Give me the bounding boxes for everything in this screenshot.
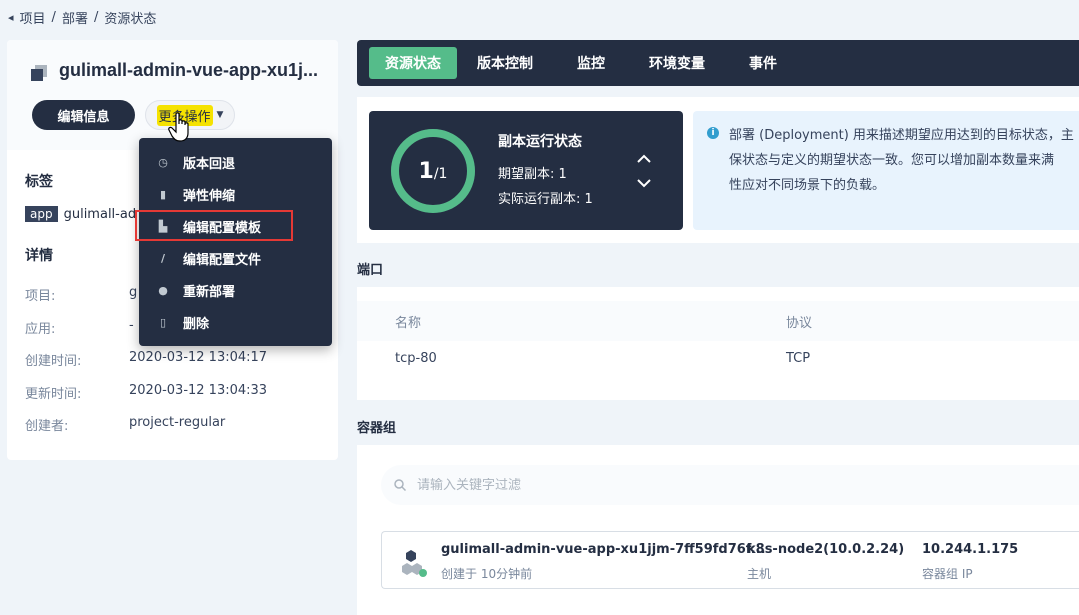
pods-panel: gulimall-admin-vue-app-xu1jjm-7ff59fd76f…	[357, 445, 1079, 615]
ports-table-header	[357, 301, 1079, 341]
pod-node[interactable]: k8s-node2(10.0.2.24)	[747, 542, 904, 557]
pod-node-label: 主机	[747, 567, 772, 581]
pod-name[interactable]: gulimall-admin-vue-app-xu1jjm-7ff59fd76f…	[441, 542, 766, 557]
highlight-box	[135, 210, 293, 241]
hand-cursor-icon	[168, 112, 189, 142]
labels-title: 标签	[25, 174, 53, 190]
detail-value-updated: 2020-03-12 13:04:33	[129, 383, 268, 398]
menu-item-autoscale[interactable]: ▮ 弹性伸缩	[139, 178, 332, 210]
ports-table: 名称 协议 tcp-80 TCP	[357, 287, 1079, 400]
trash-icon: ▯	[159, 315, 167, 329]
caret-down-icon: ▼	[216, 110, 224, 120]
detail-label-creator: 创建者:	[25, 419, 69, 434]
replica-count: 1 /1	[389, 127, 477, 215]
scale-up-icon[interactable]	[631, 149, 657, 169]
detail-label-app: 应用:	[25, 322, 56, 337]
app-title: gulimall-admin-vue-app-xu1j...	[59, 60, 319, 80]
detail-value-app: -	[129, 318, 134, 333]
info-line: 性应对不同场景下的负载。	[729, 178, 886, 193]
tab-env-vars[interactable]: 环境变量	[633, 47, 721, 79]
pod-created: 创建于 10分钟前	[441, 567, 533, 581]
pod-search-input[interactable]	[417, 477, 1017, 493]
back-arrow-icon[interactable]: ◂	[8, 11, 14, 24]
menu-item-label: 版本回退	[183, 156, 236, 172]
replica-current: 1	[418, 158, 434, 184]
pods-section-title: 容器组	[357, 421, 397, 436]
info-line: 部署 (Deployment) 用来描述期望应用达到的目标状态，主	[729, 128, 1074, 143]
label-value: gulimall-ad	[63, 206, 137, 222]
tab-resource-status[interactable]: 资源状态	[369, 47, 457, 79]
scale-down-icon[interactable]	[631, 173, 657, 193]
pod-ip: 10.244.1.175	[922, 542, 1019, 557]
pod-search-bar[interactable]	[381, 465, 1079, 505]
detail-label-updated: 更新时间:	[25, 387, 82, 402]
scale-icon: ▮	[159, 187, 167, 201]
tab-version-control[interactable]: 版本控制	[461, 47, 549, 79]
details-title: 详情	[25, 248, 53, 264]
menu-item-edit-yaml[interactable]: / 编辑配置文件	[139, 242, 332, 274]
detail-value-project[interactable]: g	[129, 285, 137, 300]
pod-list-item[interactable]: gulimall-admin-vue-app-xu1jjm-7ff59fd76f…	[381, 531, 1079, 589]
breadcrumb-item-deployment[interactable]: 部署	[62, 8, 88, 27]
breadcrumb-item-project[interactable]: 项目	[20, 8, 46, 27]
search-icon	[394, 479, 407, 492]
breadcrumb-separator: /	[93, 10, 99, 25]
edit-info-button[interactable]: 编辑信息	[32, 100, 135, 130]
ports-col-protocol: 协议	[786, 316, 813, 331]
clock-icon: ◷	[158, 155, 168, 169]
ports-section-title: 端口	[357, 263, 384, 278]
detail-label-project: 项目:	[25, 289, 56, 304]
menu-item-rollback[interactable]: ◷ 版本回退	[139, 146, 332, 178]
breadcrumb-item-current: 资源状态	[104, 12, 157, 27]
info-icon: i	[707, 127, 719, 139]
detail-value-created: 2020-03-12 13:04:17	[129, 350, 268, 365]
menu-item-label: 删除	[183, 316, 210, 332]
info-line: 保状态与定义的期望状态一致。您可以增加副本数量来满	[729, 153, 1055, 168]
replica-total: /1	[433, 166, 448, 182]
menu-item-label: 弹性伸缩	[183, 188, 236, 204]
tab-monitoring[interactable]: 监控	[553, 47, 629, 79]
menu-item-label: 编辑配置文件	[183, 252, 262, 268]
pod-ip-label: 容器组 IP	[922, 567, 973, 581]
replica-status-card: 1 /1 副本运行状态 期望副本: 1 实际运行副本: 1	[369, 111, 683, 230]
more-actions-menu: ◷ 版本回退 ▮ 弹性伸缩 ▙ 编辑配置模板 / 编辑配置文件 ● 重新部署 ▯…	[139, 138, 332, 346]
menu-item-delete[interactable]: ▯ 删除	[139, 306, 332, 338]
redeploy-icon: ●	[158, 283, 168, 297]
menu-item-redeploy[interactable]: ● 重新部署	[139, 274, 332, 306]
breadcrumb: ◂ 项目 / 部署 / 资源状态	[8, 8, 156, 27]
menu-item-label: 重新部署	[183, 284, 236, 300]
pod-icon	[402, 550, 427, 577]
tab-events[interactable]: 事件	[725, 47, 801, 79]
detail-value-creator: project-regular	[129, 415, 226, 430]
port-name: tcp-80	[395, 351, 437, 366]
label-key: app	[25, 206, 58, 222]
info-text: 部署 (Deployment) 用来描述期望应用达到的目标状态，主 保状态与定义…	[729, 123, 1079, 198]
pen-icon: /	[160, 251, 166, 265]
detail-label-created: 创建时间:	[25, 354, 82, 369]
replica-desired: 期望副本: 1	[498, 167, 567, 182]
deployment-icon	[31, 65, 47, 81]
replica-status-title: 副本运行状态	[498, 134, 582, 150]
breadcrumb-separator: /	[51, 10, 56, 25]
label-tag: app gulimall-ad	[25, 206, 136, 222]
replica-actual: 实际运行副本: 1	[498, 192, 593, 207]
deployment-info-box: i 部署 (Deployment) 用来描述期望应用达到的目标状态，主 保状态与…	[693, 111, 1079, 230]
ports-col-name: 名称	[395, 316, 422, 331]
port-protocol: TCP	[786, 351, 811, 366]
tab-bar: 资源状态 版本控制 监控 环境变量 事件	[357, 40, 1079, 86]
